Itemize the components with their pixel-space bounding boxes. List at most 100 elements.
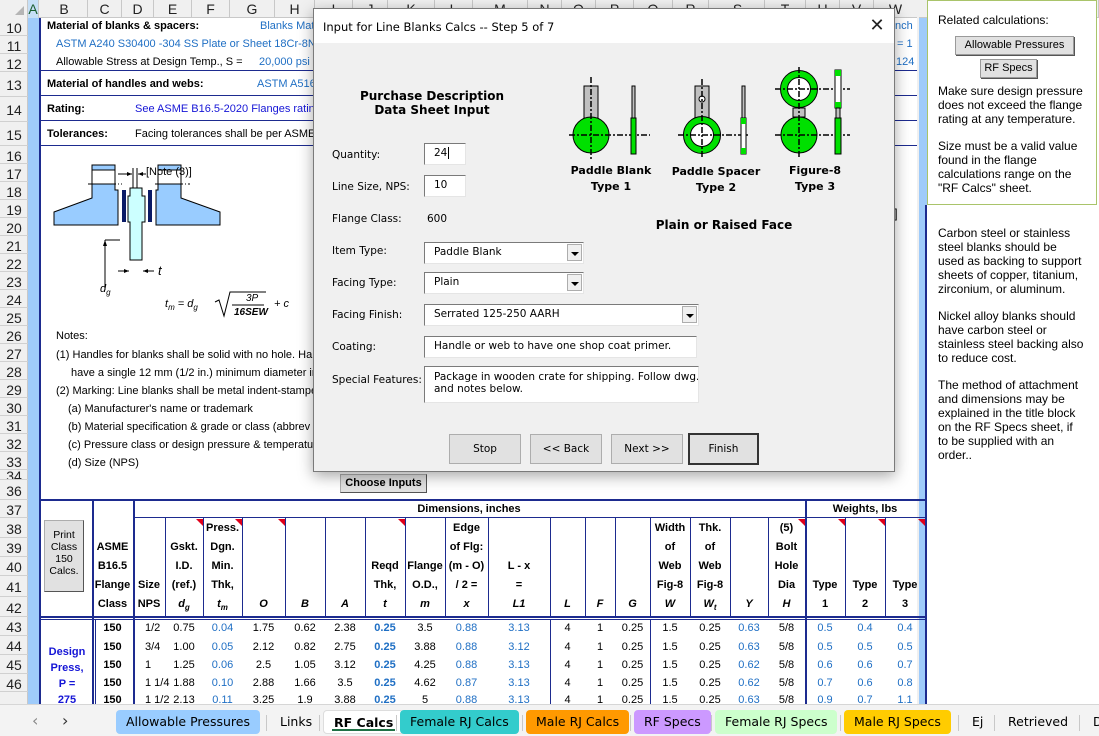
- table-cell[interactable]: 1: [585, 677, 615, 689]
- row-header-30[interactable]: 30: [0, 398, 28, 416]
- column-header-b[interactable]: B: [41, 0, 88, 18]
- column-header-g[interactable]: G: [230, 0, 275, 18]
- allowable-pressures-button[interactable]: Allowable Pressures: [955, 36, 1074, 55]
- table-cell[interactable]: 0.88: [445, 622, 488, 634]
- material-blanks-value[interactable]: Blanks Mat: [260, 20, 314, 32]
- row-header-28[interactable]: 28: [0, 362, 28, 380]
- table-cell[interactable]: 0.25: [615, 622, 650, 634]
- table-cell[interactable]: 5/8: [768, 659, 805, 671]
- chevron-down-icon[interactable]: [567, 274, 582, 291]
- table-cell[interactable]: 0.25: [690, 622, 730, 634]
- table-cell[interactable]: 5/8: [768, 622, 805, 634]
- table-cell[interactable]: 0.6: [805, 659, 845, 671]
- row-header-44[interactable]: 44: [0, 636, 28, 655]
- row-header-14[interactable]: 14: [0, 97, 28, 122]
- table-cell[interactable]: 1.66: [285, 677, 325, 689]
- comment-indicator-icon[interactable]: [838, 519, 845, 526]
- column-header-e[interactable]: E: [154, 0, 192, 18]
- table-cell[interactable]: 4.25: [405, 659, 445, 671]
- table-cell[interactable]: 0.25: [365, 622, 405, 634]
- table-cell[interactable]: 0.4: [885, 622, 925, 634]
- table-cell[interactable]: 1.5: [650, 677, 690, 689]
- row-header-15[interactable]: 15: [0, 122, 28, 146]
- table-cell[interactable]: 0.88: [445, 641, 488, 653]
- comment-indicator-icon[interactable]: [798, 519, 805, 526]
- table-cell[interactable]: 0.6: [845, 677, 885, 689]
- table-cell[interactable]: 1.5: [650, 641, 690, 653]
- table-cell[interactable]: 0.04: [203, 622, 242, 634]
- tab-female-rj-calcs[interactable]: Female RJ Calcs: [400, 710, 519, 734]
- row-header-40[interactable]: 40: [0, 557, 28, 576]
- table-cell[interactable]: 0.25: [690, 641, 730, 653]
- table-cell[interactable]: 2.75: [325, 641, 365, 653]
- table-cell[interactable]: 4: [550, 622, 585, 634]
- row-header-24[interactable]: 24: [0, 290, 28, 308]
- rf-specs-button[interactable]: RF Specs: [980, 59, 1037, 78]
- table-cell[interactable]: 0.62: [285, 622, 325, 634]
- close-icon[interactable]: ✕: [866, 15, 888, 37]
- row-header-17[interactable]: 17: [0, 164, 28, 182]
- table-cell[interactable]: 0.25: [365, 659, 405, 671]
- table-cell[interactable]: 0.63: [730, 622, 768, 634]
- chevron-down-icon[interactable]: [567, 244, 582, 261]
- row-header-21[interactable]: 21: [0, 236, 28, 254]
- row-header-32[interactable]: 32: [0, 434, 28, 452]
- table-cell[interactable]: 0.7: [885, 659, 925, 671]
- table-cell[interactable]: 0.25: [365, 641, 405, 653]
- table-cell[interactable]: 1/2: [133, 622, 165, 634]
- special-features-input[interactable]: Package in wooden crate for shipping. Fo…: [424, 366, 699, 403]
- tab-male-rj-calcs[interactable]: Male RJ Calcs: [526, 710, 630, 734]
- coating-input[interactable]: Handle or web to have one shop coat prim…: [424, 336, 697, 358]
- column-header-h[interactable]: H: [275, 0, 315, 18]
- table-cell[interactable]: 1.00: [165, 641, 203, 653]
- table-cell[interactable]: 1: [585, 622, 615, 634]
- item-type-select[interactable]: Paddle Blank: [424, 242, 584, 264]
- table-cell[interactable]: 0.5: [805, 622, 845, 634]
- table-cell[interactable]: 0.88: [445, 659, 488, 671]
- stop-button[interactable]: Stop: [449, 434, 521, 464]
- table-cell[interactable]: 3.12: [325, 659, 365, 671]
- row-header-46[interactable]: 46: [0, 674, 28, 692]
- table-cell[interactable]: 2.5: [242, 659, 285, 671]
- table-cell[interactable]: 2.88: [242, 677, 285, 689]
- table-cell[interactable]: 0.82: [285, 641, 325, 653]
- row-header-18[interactable]: 18: [0, 182, 28, 200]
- table-cell[interactable]: 4: [550, 641, 585, 653]
- table-cell[interactable]: 1: [133, 659, 165, 671]
- table-cell[interactable]: 1.5: [650, 622, 690, 634]
- table-cell[interactable]: 0.62: [730, 677, 768, 689]
- table-cell[interactable]: 0.10: [203, 677, 242, 689]
- table-cell[interactable]: 1.25: [165, 659, 203, 671]
- comment-indicator-icon[interactable]: [878, 519, 885, 526]
- tab-rf-specs[interactable]: RF Specs: [634, 710, 711, 734]
- rating-value[interactable]: See ASME B16.5-2020 Flanges rating: [135, 103, 321, 115]
- table-cell[interactable]: 0.5: [845, 641, 885, 653]
- comment-indicator-icon[interactable]: [398, 519, 405, 526]
- chevron-down-icon[interactable]: [682, 306, 697, 323]
- table-cell[interactable]: 1.88: [165, 677, 203, 689]
- line-size-input[interactable]: 10: [424, 175, 466, 197]
- table-cell[interactable]: 150: [92, 641, 133, 653]
- table-cell[interactable]: 150: [92, 677, 133, 689]
- tab-ej[interactable]: Ej: [962, 710, 993, 734]
- row-header-13[interactable]: 13: [0, 72, 28, 97]
- table-cell[interactable]: 0.05: [203, 641, 242, 653]
- table-cell[interactable]: 0.25: [690, 677, 730, 689]
- table-cell[interactable]: 0.25: [615, 659, 650, 671]
- tab-scroll-left-icon[interactable]: ‹: [22, 709, 48, 733]
- row-header-19[interactable]: 19: [0, 200, 28, 218]
- row-header-27[interactable]: 27: [0, 344, 28, 362]
- table-cell[interactable]: 0.8: [885, 677, 925, 689]
- tab-male-rj-specs[interactable]: Male RJ Specs: [844, 710, 951, 734]
- row-header-38[interactable]: 38: [0, 518, 28, 538]
- table-cell[interactable]: 0.06: [203, 659, 242, 671]
- facing-type-select[interactable]: Plain: [424, 272, 584, 294]
- row-header-11[interactable]: 11: [0, 36, 28, 54]
- table-cell[interactable]: 0.62: [730, 659, 768, 671]
- comment-indicator-icon[interactable]: [196, 519, 203, 526]
- row-header-22[interactable]: 22: [0, 254, 28, 272]
- table-cell[interactable]: 1: [585, 641, 615, 653]
- table-cell[interactable]: 2.12: [242, 641, 285, 653]
- table-cell[interactable]: 0.25: [690, 659, 730, 671]
- table-cell[interactable]: 0.5: [805, 641, 845, 653]
